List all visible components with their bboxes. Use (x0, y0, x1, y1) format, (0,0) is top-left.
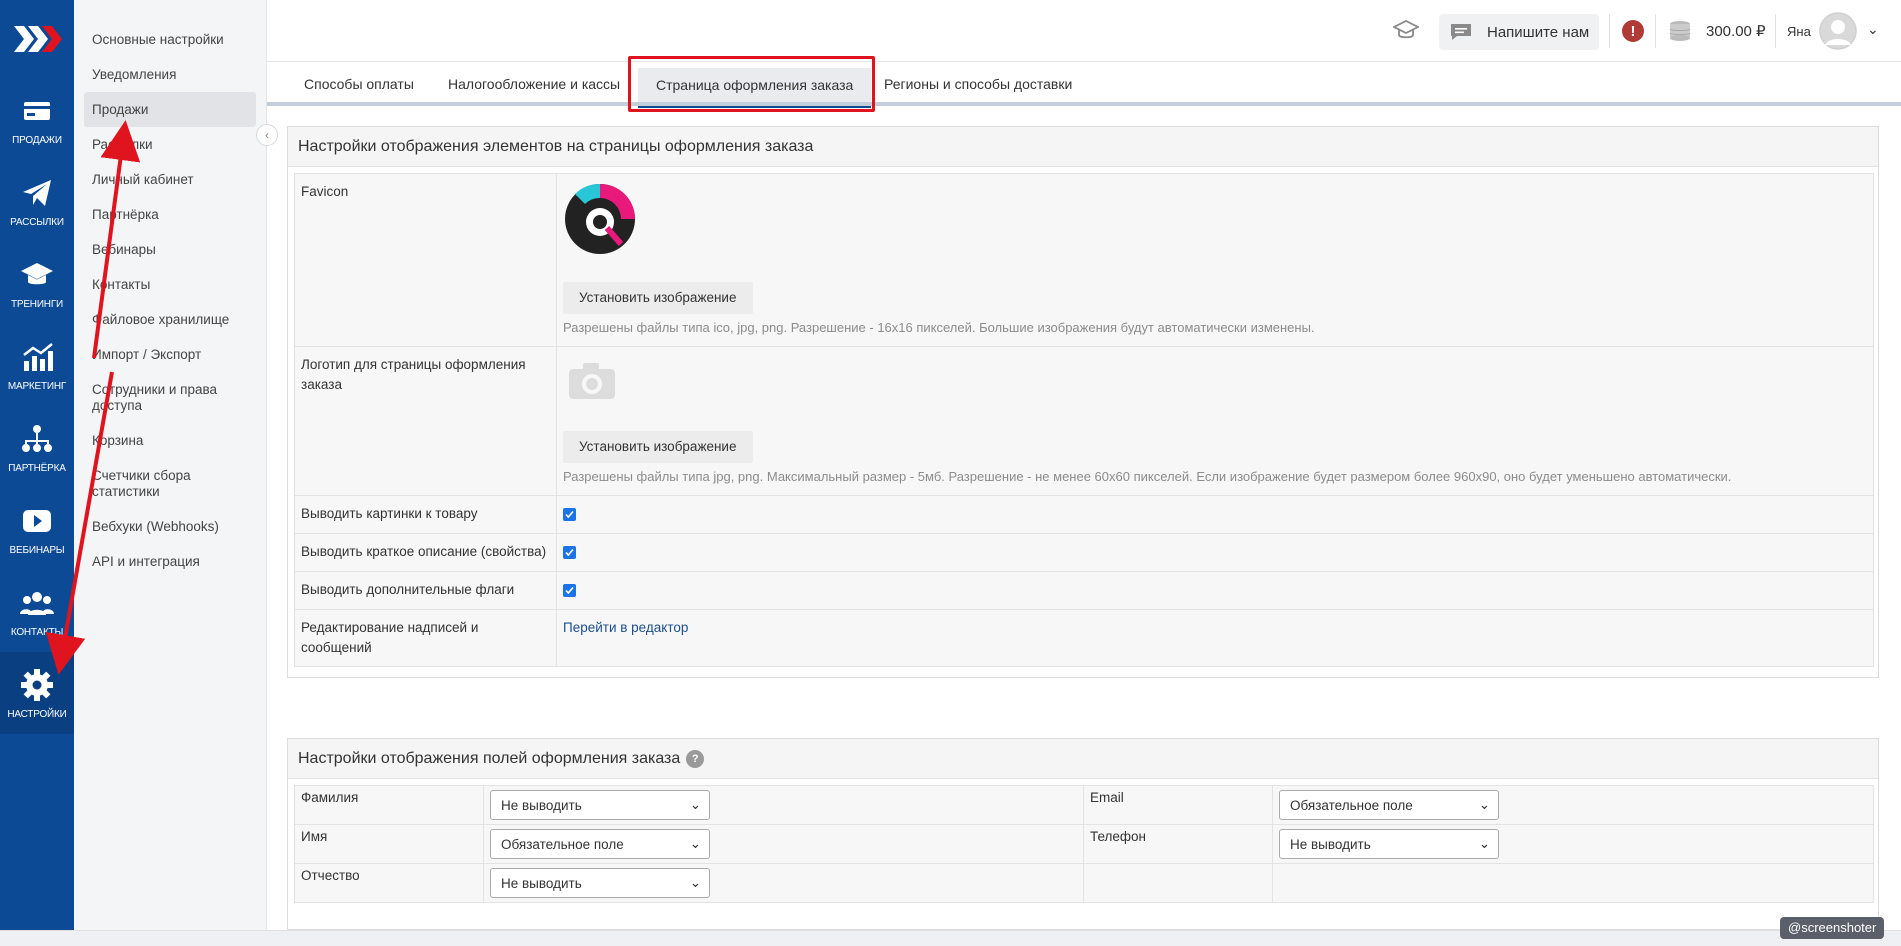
watermark: @screenshoter (1780, 917, 1885, 939)
bottom-strip (0, 930, 1901, 946)
annotation-arrows (45, 120, 141, 675)
annotation-arrow-down (45, 371, 114, 675)
annotation-arrow-up (92, 120, 141, 359)
